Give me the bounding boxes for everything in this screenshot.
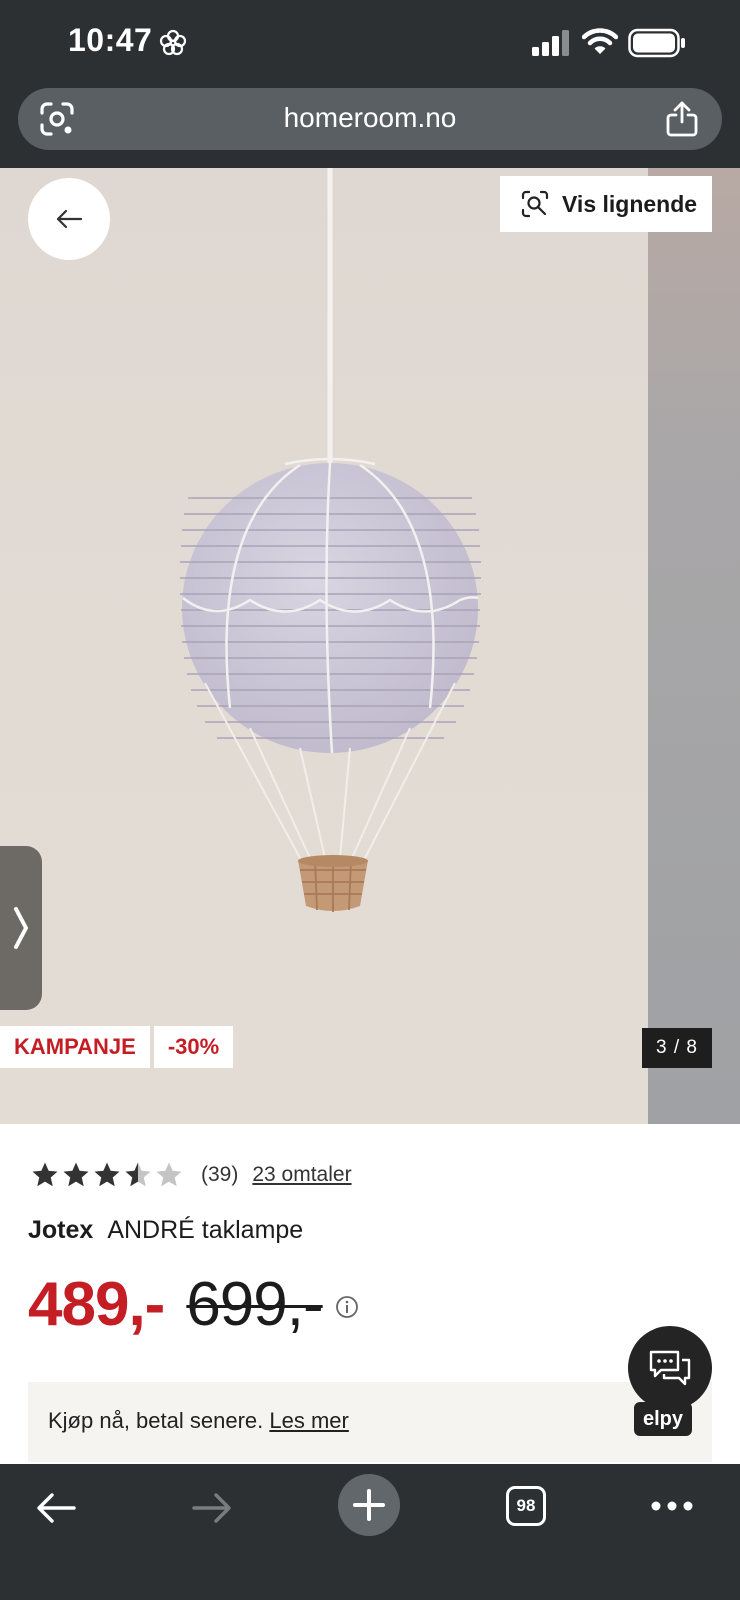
battery-icon xyxy=(628,28,685,58)
plus-icon xyxy=(353,1489,385,1521)
read-more-link[interactable]: Les mer xyxy=(269,1408,348,1433)
star-full-icon xyxy=(32,1162,58,1187)
status-bar: 10:47 xyxy=(0,0,740,88)
star-full-icon xyxy=(94,1162,120,1187)
pay-later-label: Kjøp nå, betal senere. xyxy=(48,1408,264,1433)
tab-switcher-button[interactable]: 98 xyxy=(506,1486,546,1526)
product-title: Jotex ANDRÉ taklampe xyxy=(28,1216,303,1245)
rating-row[interactable]: (39) 23 omtaler xyxy=(30,1160,352,1190)
original-price: 699,- xyxy=(186,1270,323,1339)
browser-toolbar: 98 xyxy=(0,1464,740,1600)
campaign-badge: KAMPANJE xyxy=(0,1026,150,1068)
focus-flower-icon xyxy=(159,29,187,56)
star-half-icon xyxy=(125,1162,151,1187)
star-empty-icon xyxy=(156,1162,182,1187)
show-similar-button[interactable]: Vis lignende xyxy=(500,176,712,232)
product-info: (39) 23 omtaler Jotex ANDRÉ taklampe 489,… xyxy=(0,1124,740,1464)
pay-later-banner: Kjøp nå, betal senere. Les mer xyxy=(28,1382,712,1462)
cellular-signal-icon xyxy=(532,30,569,56)
product-name: ANDRÉ taklampe xyxy=(107,1216,304,1244)
new-tab-button[interactable] xyxy=(338,1474,400,1536)
image-counter: 3 / 8 xyxy=(642,1028,712,1068)
back-button[interactable] xyxy=(28,178,110,260)
next-image-peek[interactable] xyxy=(648,168,740,1124)
badges: KAMPANJE -30% xyxy=(0,1026,237,1068)
browser-address-area: homeroom.no xyxy=(0,88,740,168)
browser-forward-icon[interactable] xyxy=(190,1486,234,1530)
share-icon[interactable] xyxy=(664,100,700,138)
chat-button[interactable] xyxy=(628,1326,712,1410)
visual-search-icon xyxy=(521,190,549,218)
status-time: 10:47 xyxy=(68,22,153,58)
rating-count: (39) xyxy=(201,1163,239,1186)
more-menu-icon[interactable] xyxy=(650,1496,694,1516)
wifi-icon xyxy=(582,28,618,54)
browser-back-icon[interactable] xyxy=(34,1486,78,1530)
star-full-icon xyxy=(63,1162,89,1187)
url-text[interactable]: homeroom.no xyxy=(18,102,722,134)
product-brand[interactable]: Jotex xyxy=(28,1216,93,1244)
product-image-carousel[interactable]: Vis lignende KAMPANJE -30% 3 / 8 xyxy=(0,168,740,1124)
reviews-link[interactable]: 23 omtaler xyxy=(252,1163,351,1187)
arrow-left-icon xyxy=(56,209,83,229)
chat-bubbles-icon xyxy=(649,1350,691,1386)
product-photo-balloon-lamp xyxy=(180,168,481,912)
chevron-right-icon xyxy=(14,907,28,949)
side-drawer-tab[interactable] xyxy=(0,846,42,1010)
star-rating xyxy=(30,1160,185,1190)
show-similar-label: Vis lignende xyxy=(562,190,698,217)
discount-badge: -30% xyxy=(153,1026,234,1068)
address-bar[interactable]: homeroom.no xyxy=(18,88,722,150)
price-row: 489,- 699,- xyxy=(28,1269,359,1340)
pay-later-text: Kjøp nå, betal senere. Les mer xyxy=(48,1408,349,1434)
chat-brand-label[interactable]: elpy xyxy=(634,1402,692,1436)
info-icon[interactable] xyxy=(335,1295,359,1319)
current-price: 489,- xyxy=(28,1270,165,1339)
